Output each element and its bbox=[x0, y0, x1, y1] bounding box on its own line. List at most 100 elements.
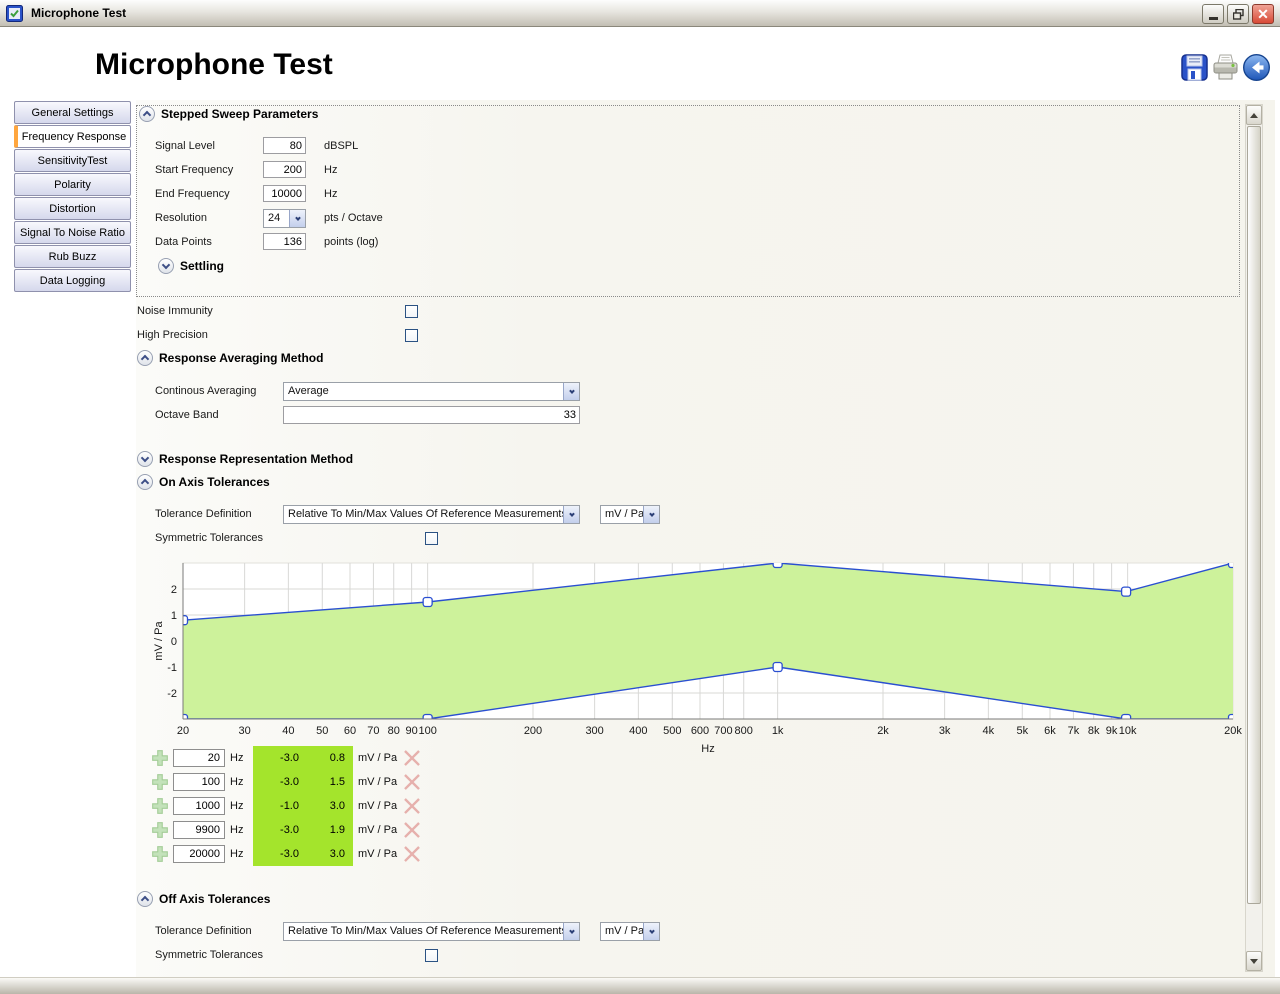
off-axis-unit-select[interactable]: mV / Pa bbox=[600, 922, 660, 941]
freq-unit-label: Hz bbox=[230, 776, 243, 788]
vertical-scrollbar[interactable] bbox=[1245, 104, 1263, 972]
add-row-icon[interactable] bbox=[151, 773, 169, 791]
svg-text:800: 800 bbox=[735, 725, 753, 737]
app-icon bbox=[6, 5, 23, 22]
chevron-down-icon bbox=[563, 506, 579, 523]
close-button[interactable]: ✕ bbox=[1252, 4, 1274, 24]
frequency-input[interactable] bbox=[173, 749, 225, 767]
minimize-button[interactable] bbox=[1202, 4, 1224, 24]
max-tolerance-value: 3.0 bbox=[299, 800, 345, 812]
off-axis-symmetric-checkbox[interactable] bbox=[425, 949, 438, 962]
tolerance-range-cell[interactable]: -3.01.5 bbox=[253, 770, 353, 794]
min-tolerance-value: -3.0 bbox=[253, 824, 299, 836]
min-tolerance-value: -1.0 bbox=[253, 800, 299, 812]
on-axis-symmetric-checkbox[interactable] bbox=[425, 532, 438, 545]
section-response-representation: Response Representation Method bbox=[137, 451, 353, 467]
tolerance-range-cell[interactable]: -3.03.0 bbox=[253, 842, 353, 866]
delete-row-icon[interactable] bbox=[403, 845, 421, 863]
delete-row-icon[interactable] bbox=[403, 821, 421, 839]
high-precision-checkbox[interactable] bbox=[405, 329, 418, 342]
svg-text:100: 100 bbox=[418, 725, 436, 737]
collapse-icon[interactable] bbox=[137, 474, 153, 490]
chevron-down-icon bbox=[643, 923, 659, 940]
frequency-input[interactable] bbox=[173, 821, 225, 839]
on-axis-tolerance-definition-select[interactable]: Relative To Min/Max Values Of Reference … bbox=[283, 505, 580, 524]
tolerance-range-cell[interactable]: -1.03.0 bbox=[253, 794, 353, 818]
titlebar[interactable]: Microphone Test ✕ bbox=[0, 0, 1280, 27]
window-bottom-edge bbox=[0, 977, 1280, 994]
chevron-up-icon bbox=[141, 896, 149, 904]
svg-text:700: 700 bbox=[714, 725, 732, 737]
maximize-button[interactable] bbox=[1227, 4, 1249, 24]
svg-text:20k: 20k bbox=[1224, 725, 1242, 737]
collapse-icon[interactable] bbox=[137, 891, 153, 907]
noise-immunity-checkbox[interactable] bbox=[405, 305, 418, 318]
add-row-icon[interactable] bbox=[151, 797, 169, 815]
chevron-up-icon bbox=[143, 111, 151, 119]
svg-text:400: 400 bbox=[629, 725, 647, 737]
sidebar-item-sensitivity-test[interactable]: SensitivityTest bbox=[14, 149, 131, 172]
data-points-input[interactable] bbox=[263, 233, 306, 250]
svg-text:Hz: Hz bbox=[701, 743, 714, 752]
sidebar-item-rub-buzz[interactable]: Rub Buzz bbox=[14, 245, 131, 268]
delete-row-icon[interactable] bbox=[403, 749, 421, 767]
signal-level-input[interactable] bbox=[263, 137, 306, 154]
section-on-axis-tolerances: On Axis Tolerances bbox=[137, 474, 270, 490]
field-label: Data Points bbox=[155, 236, 212, 248]
add-row-icon[interactable] bbox=[151, 845, 169, 863]
add-row-icon[interactable] bbox=[151, 749, 169, 767]
on-axis-unit-select[interactable]: mV / Pa bbox=[600, 505, 660, 524]
frequency-input[interactable] bbox=[173, 797, 225, 815]
collapse-icon[interactable] bbox=[158, 258, 174, 274]
field-label: High Precision bbox=[137, 329, 208, 341]
svg-text:4k: 4k bbox=[983, 725, 995, 737]
sidebar-item-polarity[interactable]: Polarity bbox=[14, 173, 131, 196]
svg-text:300: 300 bbox=[585, 725, 603, 737]
svg-text:500: 500 bbox=[663, 725, 681, 737]
collapse-icon[interactable] bbox=[137, 350, 153, 366]
continous-averaging-select[interactable]: Average bbox=[283, 382, 580, 401]
collapse-icon[interactable] bbox=[139, 106, 155, 122]
sidebar-item-frequency-response[interactable]: Frequency Response bbox=[14, 125, 131, 148]
delete-row-icon[interactable] bbox=[403, 773, 421, 791]
tolerance-chart[interactable]: 2030405060708090100200300400500600700800… bbox=[150, 556, 1245, 752]
resolution-select[interactable]: 24 bbox=[263, 209, 306, 228]
print-icon[interactable] bbox=[1211, 53, 1240, 82]
back-icon[interactable] bbox=[1242, 53, 1271, 82]
tolerance-range-cell[interactable]: -3.00.8 bbox=[253, 746, 353, 770]
delete-row-icon[interactable] bbox=[403, 797, 421, 815]
end-frequency-input[interactable] bbox=[263, 185, 306, 202]
frequency-input[interactable] bbox=[173, 845, 225, 863]
sidebar-item-distortion[interactable]: Distortion bbox=[14, 197, 131, 220]
off-axis-tolerance-definition-select[interactable]: Relative To Min/Max Values Of Reference … bbox=[283, 922, 580, 941]
chevron-down-icon bbox=[563, 383, 579, 400]
tolerance-range-cell[interactable]: -3.01.9 bbox=[253, 818, 353, 842]
scroll-down-button[interactable] bbox=[1246, 951, 1262, 971]
svg-text:30: 30 bbox=[239, 725, 251, 737]
min-tolerance-value: -3.0 bbox=[253, 752, 299, 764]
scrollbar-thumb[interactable] bbox=[1247, 126, 1261, 904]
sidebar-item-general-settings[interactable]: General Settings bbox=[14, 101, 131, 124]
scroll-up-button[interactable] bbox=[1246, 105, 1262, 125]
sidebar-item-signal-to-noise[interactable]: Signal To Noise Ratio bbox=[14, 221, 131, 244]
svg-text:70: 70 bbox=[367, 725, 379, 737]
octave-band-input[interactable] bbox=[283, 406, 580, 424]
svg-text:8k: 8k bbox=[1088, 725, 1100, 737]
triangle-down-icon bbox=[1250, 959, 1258, 964]
sidebar-item-data-logging[interactable]: Data Logging bbox=[14, 269, 131, 292]
section-settling: Settling bbox=[158, 258, 224, 274]
tolerance-unit-label: mV / Pa bbox=[358, 800, 397, 812]
collapse-icon[interactable] bbox=[137, 451, 153, 467]
frequency-input[interactable] bbox=[173, 773, 225, 791]
svg-text:20: 20 bbox=[177, 725, 189, 737]
start-frequency-input[interactable] bbox=[263, 161, 306, 178]
svg-text:1: 1 bbox=[171, 610, 177, 622]
svg-text:50: 50 bbox=[316, 725, 328, 737]
save-icon[interactable] bbox=[1180, 53, 1209, 82]
unit-label: points (log) bbox=[324, 236, 378, 248]
svg-text:10k: 10k bbox=[1119, 725, 1137, 737]
add-row-icon[interactable] bbox=[151, 821, 169, 839]
page-title: Microphone Test bbox=[95, 48, 333, 82]
chevron-up-icon bbox=[141, 355, 149, 363]
field-label: Start Frequency bbox=[155, 164, 233, 176]
